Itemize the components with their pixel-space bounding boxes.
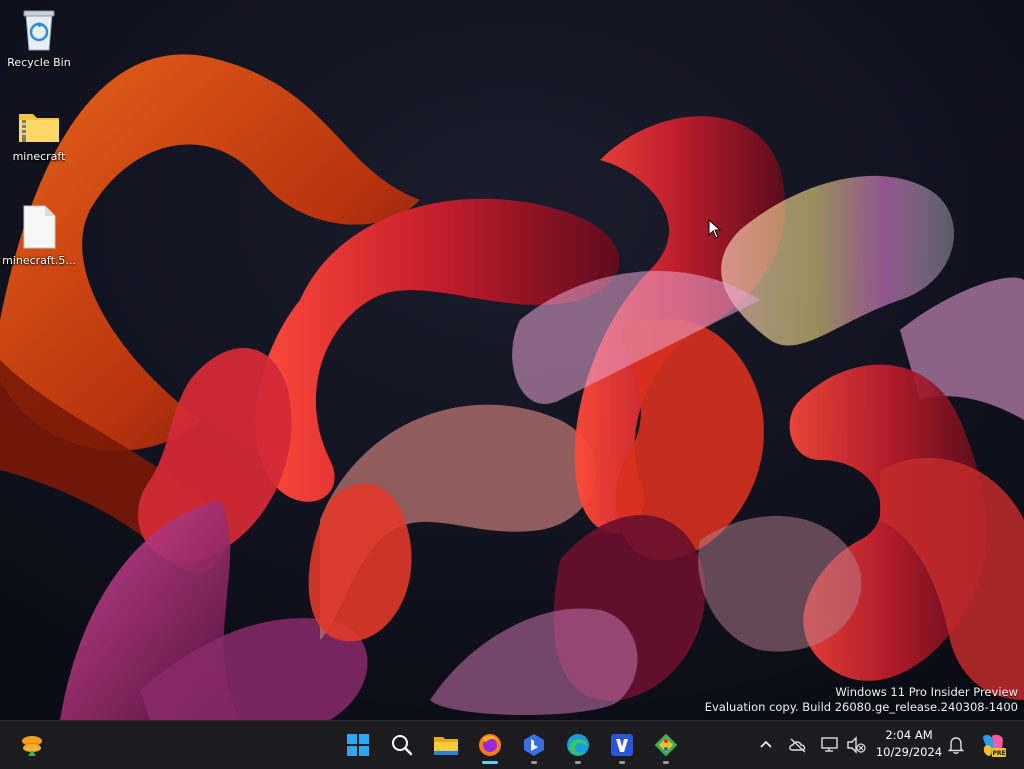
edge-icon bbox=[567, 734, 589, 756]
file-icon bbox=[23, 205, 56, 249]
watermark-edition: Windows 11 Pro Insider Preview bbox=[835, 685, 1018, 699]
windows-watermark: Windows 11 Pro Insider Preview Evaluatio… bbox=[705, 685, 1018, 715]
firefox-button[interactable] bbox=[470, 725, 510, 765]
desktop-icon-label: Recycle Bin bbox=[7, 56, 71, 69]
start-button[interactable] bbox=[338, 725, 378, 765]
cloud-off-icon bbox=[789, 738, 806, 753]
speaker-muted-icon bbox=[847, 736, 866, 754]
desktop-icon-minecraft-file[interactable]: minecraft.5... bbox=[1, 204, 77, 267]
search-button[interactable] bbox=[382, 725, 422, 765]
widgets-icon bbox=[22, 736, 42, 756]
folder-icon bbox=[434, 737, 458, 755]
watermark-build: Evaluation copy. Build 26080.ge_release.… bbox=[704, 700, 1018, 714]
clock-date: 10/29/2024 bbox=[875, 745, 943, 759]
file-explorer-button[interactable] bbox=[426, 725, 466, 765]
running-indicator bbox=[663, 761, 669, 764]
desktop-icon-label: minecraft.5... bbox=[2, 254, 76, 267]
running-indicator bbox=[482, 761, 498, 764]
running-indicator bbox=[575, 761, 581, 764]
running-indicator bbox=[619, 761, 625, 764]
widgets-button[interactable] bbox=[12, 725, 52, 765]
bing-button[interactable] bbox=[514, 725, 554, 765]
desktop-icon-label: minecraft bbox=[12, 150, 66, 163]
recycle-bin-icon bbox=[23, 10, 55, 51]
desktop-wallpaper bbox=[0, 0, 1024, 720]
search-icon bbox=[392, 735, 413, 756]
windows-logo-icon bbox=[347, 734, 369, 756]
mouse-cursor-icon bbox=[708, 219, 722, 239]
bing-icon bbox=[524, 734, 544, 756]
onedrive-button[interactable] bbox=[786, 733, 810, 757]
git-icon bbox=[654, 733, 678, 757]
desktop-icon-recycle-bin[interactable]: Recycle Bin bbox=[1, 8, 77, 69]
taskbar-clock[interactable]: 2:04 AM 10/29/2024 bbox=[874, 727, 944, 761]
chevron-up-icon bbox=[760, 740, 772, 748]
copilot-pre-icon: PRE bbox=[983, 734, 1006, 757]
show-hidden-icons-button[interactable] bbox=[754, 733, 778, 757]
git-button[interactable] bbox=[646, 725, 686, 765]
firefox-icon bbox=[479, 734, 501, 756]
desktop-icon-minecraft-folder[interactable]: minecraft bbox=[1, 106, 77, 163]
network-icon bbox=[821, 737, 838, 752]
vmware-button[interactable] bbox=[602, 725, 642, 765]
v-app-icon bbox=[611, 734, 633, 756]
running-indicator bbox=[531, 761, 537, 764]
clock-time: 2:04 AM bbox=[885, 728, 933, 742]
bell-icon bbox=[948, 737, 964, 754]
copilot-button[interactable]: PRE bbox=[979, 731, 1007, 759]
taskbar: 2:04 AM 10/29/2024 PRE bbox=[0, 720, 1024, 769]
zip-folder-icon bbox=[19, 114, 59, 142]
network-button[interactable] bbox=[818, 733, 842, 757]
volume-button[interactable] bbox=[844, 733, 868, 757]
edge-button[interactable] bbox=[558, 725, 598, 765]
svg-text:PRE: PRE bbox=[992, 750, 1005, 757]
notifications-button[interactable] bbox=[944, 733, 968, 757]
